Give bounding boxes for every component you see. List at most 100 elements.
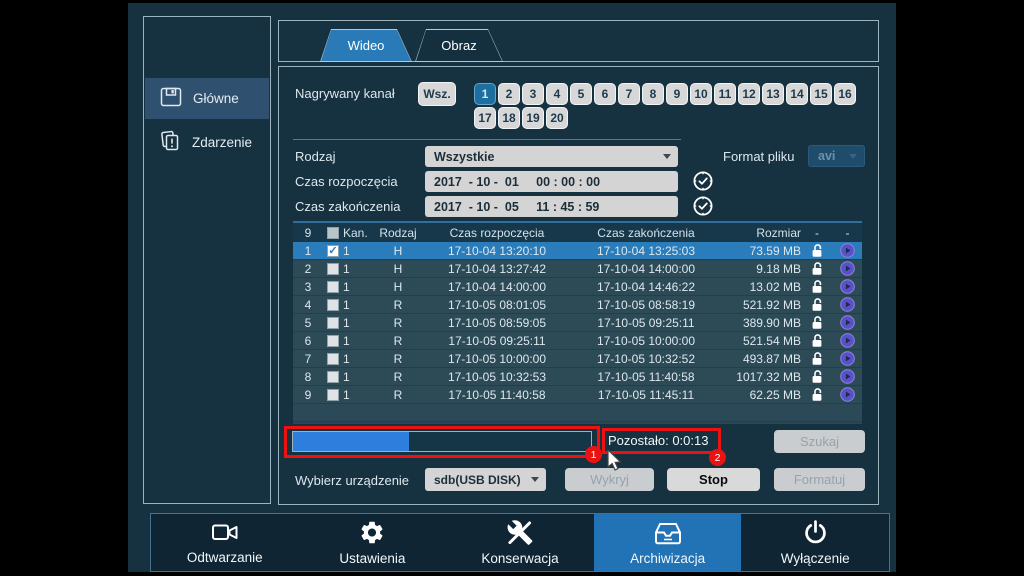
play-icon[interactable] [833,333,862,348]
row-channel: 1 [343,244,373,258]
select-all-checkbox[interactable] [323,227,343,239]
channel-button-18[interactable]: 18 [498,107,520,129]
lock-icon[interactable] [801,279,833,294]
row-checkbox[interactable] [323,389,343,401]
row-checkbox[interactable]: ✓ [323,245,343,257]
table-row[interactable]: 81R17-10-05 10:32:5317-10-05 11:40:58101… [293,368,862,386]
search-button[interactable]: Szukaj [774,430,865,453]
table-row[interactable]: 1✓1H17-10-04 13:20:1017-10-04 13:25:0373… [293,242,862,260]
channel-button-8[interactable]: 8 [642,83,664,105]
nav-wylaczenie[interactable]: Wyłączenie [741,514,889,571]
lock-icon[interactable] [801,315,833,330]
checkbox[interactable] [327,263,339,275]
tab-obraz[interactable]: Obraz [415,29,503,62]
channel-button-14[interactable]: 14 [786,83,808,105]
nav-odtwarzanie[interactable]: Odtwarzanie [151,514,299,571]
checkbox[interactable] [327,281,339,293]
channel-button-15[interactable]: 15 [810,83,832,105]
tab-wideo[interactable]: Wideo [320,29,412,62]
start-time-input[interactable]: 2017 - 10 - 01 00 : 00 : 00 [425,171,678,192]
channel-button-5[interactable]: 5 [570,83,592,105]
checkbox[interactable] [327,371,339,383]
channel-button-12[interactable]: 12 [738,83,760,105]
lock-icon[interactable] [801,369,833,384]
lock-icon[interactable] [801,387,833,402]
table-row[interactable]: 21H17-10-04 13:27:4217-10-04 14:00:009.1… [293,260,862,278]
channel-button-19[interactable]: 19 [522,107,544,129]
format-button[interactable]: Formatuj [774,468,865,491]
sidebar-item-glowne[interactable]: Główne [145,78,269,119]
col-start: Czas rozpoczęcia [423,226,571,240]
device-dropdown[interactable]: sdb(USB DISK) [425,468,546,491]
lock-icon[interactable] [801,297,833,312]
tab-label: Obraz [416,30,502,61]
table-row[interactable]: 91R17-10-05 11:40:5817-10-05 11:45:1162.… [293,386,862,404]
end-time-input[interactable]: 2017 - 10 - 05 11 : 45 : 59 [425,196,678,217]
play-icon[interactable] [833,369,862,384]
lock-icon[interactable] [801,243,833,258]
nav-archiwizacja[interactable]: Archiwizacja [594,514,742,571]
lock-icon[interactable] [801,333,833,348]
lock-icon[interactable] [801,261,833,276]
row-start-time: 17-10-05 09:25:11 [423,334,571,348]
channel-button-20[interactable]: 20 [546,107,568,129]
channel-all-button[interactable]: Wsz. [418,82,456,106]
play-icon[interactable] [833,261,862,276]
row-checkbox[interactable] [323,371,343,383]
stop-button[interactable]: Stop [667,468,760,491]
channel-button-3[interactable]: 3 [522,83,544,105]
play-icon[interactable] [833,279,862,294]
nav-ustawienia[interactable]: Ustawienia [299,514,447,571]
checkbox[interactable] [327,317,339,329]
col-rodzaj: Rodzaj [373,226,423,240]
row-checkbox[interactable] [323,335,343,347]
channel-button-17[interactable]: 17 [474,107,496,129]
type-dropdown[interactable]: Wszystkie [425,146,678,167]
row-checkbox[interactable] [323,263,343,275]
row-number: 3 [293,280,323,294]
table-row[interactable]: 71R17-10-05 10:00:0017-10-05 10:32:52493… [293,350,862,368]
play-icon[interactable] [833,297,862,312]
checkbox[interactable] [327,389,339,401]
channel-button-1[interactable]: 1 [474,83,496,105]
checkbox[interactable]: ✓ [327,245,339,257]
nav-konserwacja[interactable]: Konserwacja [446,514,594,571]
channel-button-2[interactable]: 2 [498,83,520,105]
col-lock: - [801,226,833,240]
row-checkbox[interactable] [323,317,343,329]
checkbox[interactable] [327,299,339,311]
table-row[interactable]: 31H17-10-04 14:00:0017-10-04 14:46:2213.… [293,278,862,296]
row-checkbox[interactable] [323,281,343,293]
checkbox[interactable] [327,353,339,365]
row-type: R [373,352,423,366]
channel-button-9[interactable]: 9 [666,83,688,105]
power-icon [802,519,829,549]
clock-icon[interactable] [692,170,714,192]
table-row[interactable]: 61R17-10-05 09:25:1117-10-05 10:00:00521… [293,332,862,350]
clock-icon[interactable] [692,195,714,217]
table-row[interactable]: 41R17-10-05 08:01:0517-10-05 08:58:19521… [293,296,862,314]
row-end-time: 17-10-05 11:45:11 [571,388,721,402]
channel-button-11[interactable]: 11 [714,83,736,105]
channel-button-10[interactable]: 10 [690,83,712,105]
play-icon[interactable] [833,351,862,366]
channel-button-16[interactable]: 16 [834,83,856,105]
file-format-dropdown[interactable]: avi [808,145,865,167]
channel-button-13[interactable]: 13 [762,83,784,105]
table-row[interactable]: 51R17-10-05 08:59:0517-10-05 09:25:11389… [293,314,862,332]
checkbox[interactable] [327,335,339,347]
row-checkbox[interactable] [323,353,343,365]
play-icon[interactable] [833,387,862,402]
row-checkbox[interactable] [323,299,343,311]
channel-button-7[interactable]: 7 [618,83,640,105]
sidebar-item-label: Zdarzenie [192,135,252,150]
channel-button-4[interactable]: 4 [546,83,568,105]
row-type: H [373,262,423,276]
col-play: - [833,226,862,240]
channel-button-6[interactable]: 6 [594,83,616,105]
play-icon[interactable] [833,243,862,258]
start-time-label: Czas rozpoczęcia [295,174,398,189]
lock-icon[interactable] [801,351,833,366]
sidebar-item-zdarzenie[interactable]: Zdarzenie [145,122,269,163]
play-icon[interactable] [833,315,862,330]
